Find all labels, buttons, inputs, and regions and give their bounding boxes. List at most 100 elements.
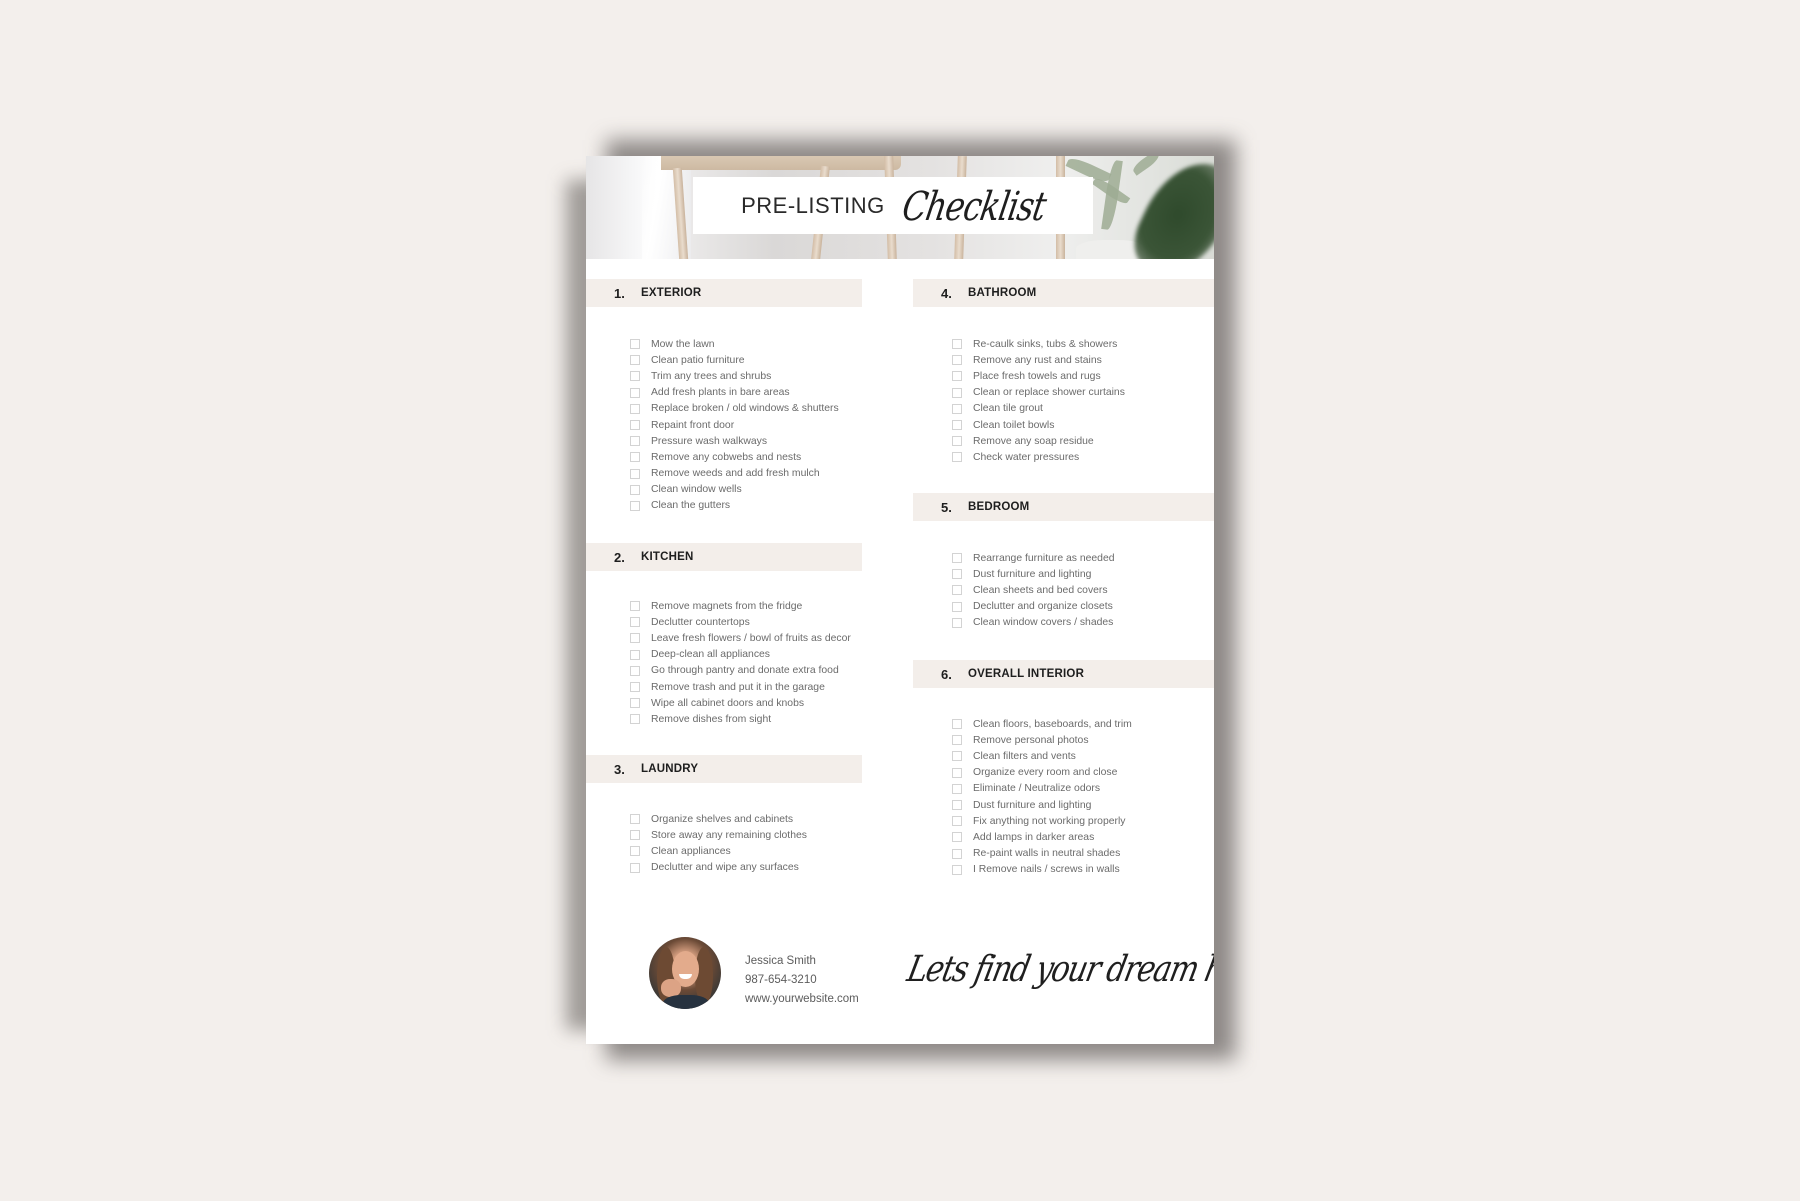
checklist-item: Store away any remaining clothes — [630, 827, 807, 843]
checkbox[interactable] — [630, 339, 640, 350]
checklist-item: Dust furniture and lighting — [952, 797, 1132, 813]
checklist-item: Go through pantry and donate extra food — [630, 663, 851, 679]
checklist-item: Eliminate / Neutralize odors — [952, 781, 1132, 797]
checklist-item: Re-paint walls in neutral shades — [952, 846, 1132, 862]
checkbox[interactable] — [952, 767, 962, 778]
checkbox[interactable] — [630, 371, 640, 382]
checklist-item: Clean the gutters — [630, 498, 839, 514]
checkbox[interactable] — [952, 832, 962, 843]
section-header-bedroom: 5. BEDROOM — [913, 493, 1214, 521]
checklist-item-label: Clean floors, baseboards, and trim — [973, 718, 1132, 730]
checkbox[interactable] — [630, 830, 640, 841]
checklist-item: I Remove nails / screws in walls — [952, 862, 1132, 878]
section-title: BEDROOM — [968, 501, 1030, 513]
checkbox[interactable] — [630, 355, 640, 366]
checkbox[interactable] — [630, 484, 640, 495]
checklist-item-label: Fix anything not working properly — [973, 815, 1126, 827]
checkbox[interactable] — [952, 585, 962, 596]
checklist-item-label: Add lamps in darker areas — [973, 831, 1095, 843]
section-title: BATHROOM — [968, 287, 1037, 299]
checklist-item-label: Remove dishes from sight — [651, 713, 772, 725]
checkbox[interactable] — [952, 800, 962, 811]
checkbox[interactable] — [630, 387, 640, 398]
checklist-item: Organize shelves and cabinets — [630, 811, 807, 827]
checklist-item-label: Repaint front door — [651, 419, 735, 431]
section-header-laundry: 3. LAUNDRY — [586, 755, 862, 783]
checkbox[interactable] — [952, 436, 962, 447]
checkbox[interactable] — [952, 864, 962, 875]
header-photo: PRE-LISTING Checklist — [586, 156, 1214, 259]
checkbox[interactable] — [952, 420, 962, 431]
page-title-script: Checklist — [898, 181, 1050, 230]
checklist-item: Deep-clean all appliances — [630, 647, 851, 663]
checkbox[interactable] — [630, 468, 640, 479]
checkbox[interactable] — [630, 436, 640, 447]
checkbox[interactable] — [630, 452, 640, 463]
checklist-item-label: Remove trash and put it in the garage — [651, 681, 825, 693]
checklist-item: Clean tile grout — [952, 401, 1125, 417]
table-image — [661, 156, 901, 170]
section-header-exterior: 1. EXTERIOR — [586, 279, 862, 307]
checklist-item: Dust furniture and lighting — [952, 566, 1115, 582]
checkbox[interactable] — [952, 751, 962, 762]
section-number: 5. — [941, 499, 952, 515]
section-number: 4. — [941, 285, 952, 301]
checkbox[interactable] — [952, 387, 962, 398]
checkbox[interactable] — [952, 816, 962, 827]
checklist-kitchen: Remove magnets from the fridge Declutter … — [630, 598, 851, 728]
checklist-item: Mow the lawn — [630, 336, 839, 352]
checkbox[interactable] — [952, 371, 962, 382]
checklist-item-label: Remove any rust and stains — [973, 354, 1102, 366]
checklist-item-label: Organize every room and close — [973, 767, 1118, 779]
checklist-item: Remove magnets from the fridge — [630, 598, 851, 614]
checkbox[interactable] — [952, 452, 962, 463]
tagline: Lets find your dream home — [903, 948, 1214, 991]
checklist-item-label: Clean toilet bowls — [973, 419, 1055, 431]
checklist-item: Clean window covers / shades — [952, 615, 1115, 631]
checklist-item: Remove any soap residue — [952, 433, 1125, 449]
checkbox[interactable] — [952, 553, 962, 564]
checkbox[interactable] — [630, 714, 640, 725]
checkbox[interactable] — [630, 682, 640, 693]
checkbox[interactable] — [630, 698, 640, 709]
checkbox[interactable] — [952, 403, 962, 414]
checkbox[interactable] — [952, 848, 962, 859]
checkbox[interactable] — [952, 783, 962, 794]
checklist-item-label: Organize shelves and cabinets — [651, 813, 794, 825]
checkbox[interactable] — [630, 814, 640, 825]
checklist-item-label: Clean tile grout — [973, 403, 1043, 415]
checklist-item: Re-caulk sinks, tubs & showers — [952, 336, 1125, 352]
checkbox[interactable] — [952, 339, 962, 350]
checkbox[interactable] — [952, 569, 962, 580]
checkbox[interactable] — [630, 633, 640, 644]
checkbox[interactable] — [630, 665, 640, 676]
checklist-item-label: Place fresh towels and rugs — [973, 370, 1101, 382]
checklist-item: Remove dishes from sight — [630, 711, 851, 727]
checklist-item: Add lamps in darker areas — [952, 829, 1132, 845]
checkbox[interactable] — [630, 601, 640, 612]
checklist-item-label: Clean appliances — [651, 845, 731, 857]
checkbox[interactable] — [952, 735, 962, 746]
checkbox[interactable] — [952, 601, 962, 612]
checkbox[interactable] — [630, 649, 640, 660]
checklist-item-label: Store away any remaining clothes — [651, 829, 807, 841]
checkbox[interactable] — [630, 862, 640, 873]
checkbox[interactable] — [630, 617, 640, 628]
agent-phone: 987-654-3210 — [745, 974, 817, 986]
checkbox[interactable] — [952, 355, 962, 366]
checklist-item: Clean filters and vents — [952, 748, 1132, 764]
checklist-item-label: I Remove nails / screws in walls — [973, 864, 1120, 876]
checklist-item-label: Wipe all cabinet doors and knobs — [651, 697, 805, 709]
agent-website: www.yourwebsite.com — [745, 993, 859, 1005]
section-number: 3. — [614, 761, 625, 777]
checkbox[interactable] — [952, 617, 962, 628]
checkbox[interactable] — [952, 719, 962, 730]
checklist-bedroom: Rearrange furniture as needed Dust furnit… — [952, 550, 1115, 631]
checklist-item-label: Remove weeds and add fresh mulch — [651, 468, 820, 480]
checklist-item-label: Pressure wash walkways — [651, 435, 768, 447]
checkbox[interactable] — [630, 500, 640, 511]
checkbox[interactable] — [630, 403, 640, 414]
checkbox[interactable] — [630, 846, 640, 857]
checklist-item-label: Rearrange furniture as needed — [973, 552, 1115, 564]
checkbox[interactable] — [630, 420, 640, 431]
